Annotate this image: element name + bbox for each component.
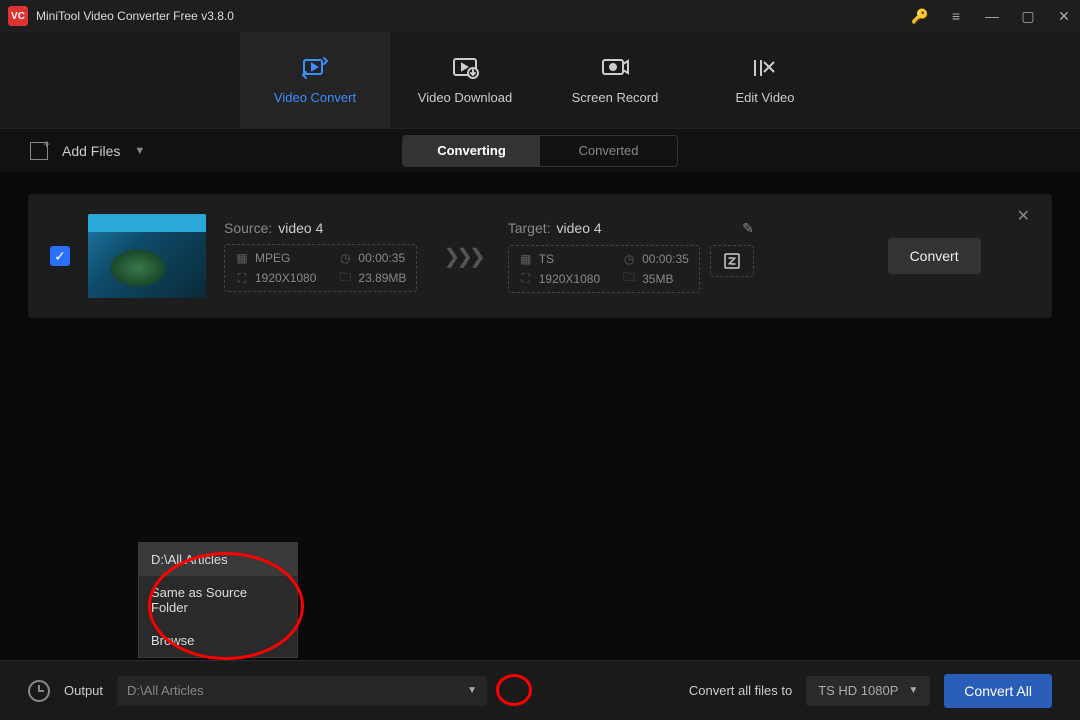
tab-label: Screen Record [572, 90, 659, 105]
tab-video-convert[interactable]: Video Convert [240, 32, 390, 128]
edit-target-icon[interactable]: ✎ [742, 220, 754, 237]
output-menu-item[interactable]: Same as Source Folder [139, 576, 297, 624]
clock-icon: ◷ [338, 251, 352, 265]
clock-icon: ◷ [622, 252, 636, 266]
tab-screen-record[interactable]: Screen Record [540, 32, 690, 128]
source-info-box: ▦MPEG ◷00:00:35 ⛶1920X1080 🗀23.89MB [224, 244, 417, 292]
tab-label: Video Convert [274, 90, 356, 105]
size-icon: 🗀 [338, 271, 352, 285]
bottom-bar: Output D:\All Articles ▼ Convert all fil… [0, 660, 1080, 720]
file-list: ✓ Source:video 4 ▦MPEG ◷00:00:35 ⛶1920X1… [0, 172, 1080, 340]
edit-video-icon [750, 56, 780, 80]
toolbar: Add Files ▼ Converting Converted [0, 128, 1080, 172]
target-settings-button[interactable] [710, 245, 754, 277]
output-path-menu: D:\All Articles Same as Source Folder Br… [138, 542, 298, 658]
video-convert-icon [300, 56, 330, 80]
format-icon: ▦ [519, 252, 533, 266]
output-label: Output [64, 683, 103, 698]
resolution-icon: ⛶ [235, 271, 249, 285]
menu-icon[interactable]: ≡ [948, 8, 964, 24]
chevron-down-icon[interactable]: ▼ [134, 145, 145, 157]
segment-converting[interactable]: Converting [403, 136, 540, 166]
target-format-select[interactable]: TS HD 1080P ▼ [806, 676, 930, 706]
close-button[interactable]: ✕ [1056, 8, 1072, 24]
main-tabs: Video Convert Video Download Screen Reco… [0, 32, 1080, 128]
output-menu-item[interactable]: D:\All Articles [139, 543, 297, 576]
chevron-down-icon: ▼ [467, 685, 477, 696]
convert-all-button[interactable]: Convert All [944, 674, 1052, 708]
add-files-label: Add Files [62, 143, 120, 159]
target-title: Target:video 4 [508, 220, 602, 236]
output-path-select[interactable]: D:\All Articles ▼ [117, 676, 487, 706]
status-segmented: Converting Converted [402, 135, 678, 167]
schedule-icon[interactable] [28, 680, 50, 702]
upgrade-key-icon[interactable]: 🔑 [912, 8, 928, 24]
minimize-button[interactable]: ― [984, 8, 1000, 24]
add-files-button[interactable]: Add Files ▼ [30, 142, 145, 160]
video-download-icon [450, 56, 480, 80]
source-meta: Source:video 4 ▦MPEG ◷00:00:35 ⛶1920X108… [224, 220, 417, 292]
output-menu-item[interactable]: Browse [139, 624, 297, 657]
file-card: ✓ Source:video 4 ▦MPEG ◷00:00:35 ⛶1920X1… [28, 194, 1052, 318]
target-info-box: ▦TS ◷00:00:35 ⛶1920X1080 🗀35MB [508, 245, 700, 293]
screen-record-icon [600, 56, 630, 80]
output-path-value: D:\All Articles [127, 683, 204, 698]
maximize-button[interactable]: ▢ [1020, 8, 1036, 24]
window-title: MiniTool Video Converter Free v3.8.0 [36, 9, 912, 23]
resolution-icon: ⛶ [519, 272, 533, 286]
target-meta: Target:video 4 ✎ ▦TS ◷00:00:35 ⛶1920X108… [508, 220, 754, 293]
remove-file-button[interactable]: ✕ [1017, 206, 1030, 226]
source-title: Source:video 4 [224, 220, 417, 236]
tab-label: Edit Video [735, 90, 794, 105]
segment-converted[interactable]: Converted [540, 136, 677, 166]
tab-video-download[interactable]: Video Download [390, 32, 540, 128]
video-thumbnail[interactable] [88, 214, 206, 298]
add-files-icon [30, 142, 48, 160]
convert-all-label: Convert all files to [689, 683, 792, 698]
tab-edit-video[interactable]: Edit Video [690, 32, 840, 128]
arrow-icon: ❯❯❯ [435, 244, 489, 269]
format-icon: ▦ [235, 251, 249, 265]
title-bar: VC MiniTool Video Converter Free v3.8.0 … [0, 0, 1080, 32]
chevron-down-icon: ▼ [908, 685, 918, 696]
convert-button[interactable]: Convert [888, 238, 981, 274]
tab-label: Video Download [418, 90, 512, 105]
format-value: TS HD 1080P [818, 683, 898, 698]
size-icon: 🗀 [622, 272, 636, 286]
file-checkbox[interactable]: ✓ [50, 246, 70, 266]
app-logo-icon: VC [8, 6, 28, 26]
